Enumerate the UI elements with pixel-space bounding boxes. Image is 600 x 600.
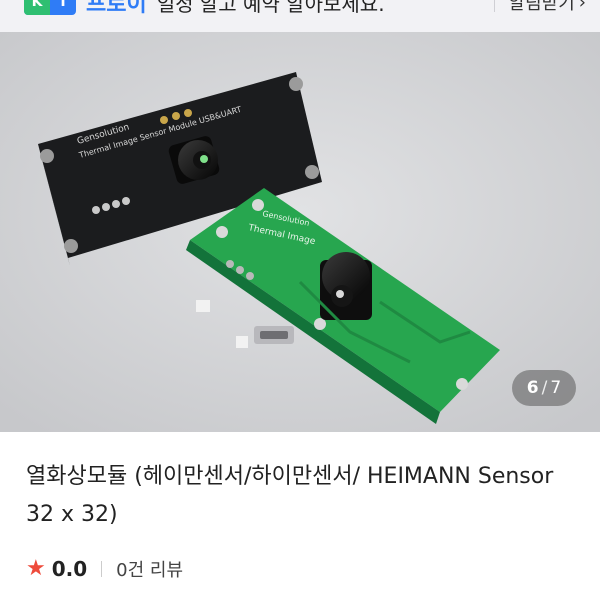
promo-brand: 프로이: [86, 0, 147, 17]
image-counter: 6 / 7: [512, 370, 576, 406]
image-counter-total: 7: [550, 378, 562, 398]
promo-text: 일정 알고 예약 알아보세요.: [156, 0, 385, 16]
promo-link-label: 알림받기: [508, 0, 575, 14]
rating-divider: [101, 561, 103, 577]
promo-logo-right: T: [58, 0, 68, 10]
star-icon: ★: [26, 556, 46, 581]
image-counter-separator: /: [541, 378, 548, 398]
promo-logo-icon: K T: [24, 0, 76, 15]
product-image-gallery[interactable]: Gensolution Thermal Image Sensor Module …: [0, 32, 600, 432]
promo-divider: [493, 0, 495, 12]
product-photo: Gensolution Thermal Image Sensor Module …: [0, 32, 600, 432]
promo-link[interactable]: 알림받기 ›: [493, 0, 586, 18]
promo-logo-left: K: [24, 0, 50, 15]
image-counter-current: 6: [526, 378, 539, 398]
chevron-right-icon: ›: [578, 0, 586, 13]
review-count-link[interactable]: 0건 리뷰: [116, 556, 183, 582]
promo-banner[interactable]: K T 프로이 일정 알고 예약 알아보세요. 알림받기 ›: [0, 0, 600, 32]
rating-summary[interactable]: ★ 0.0 0건 리뷰: [26, 556, 183, 582]
product-title: 열화상모듈 (헤이만센서/하이만센서/ HEIMANN Sensor 32 x …: [26, 464, 554, 527]
promo-banner-content: K T 프로이 일정 알고 예약 알아보세요.: [24, 0, 385, 18]
rating-score: 0.0: [51, 557, 88, 581]
